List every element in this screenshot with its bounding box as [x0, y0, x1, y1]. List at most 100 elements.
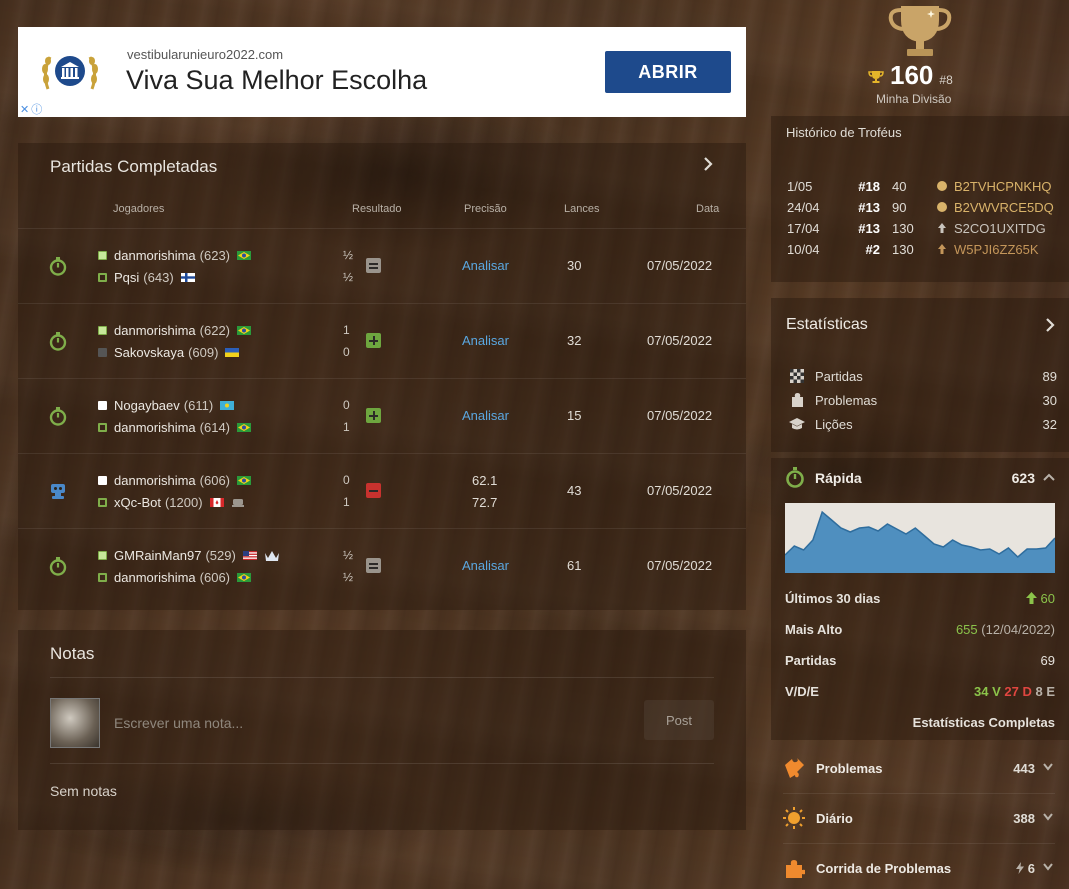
accuracy-black[interactable]: 72.7	[472, 495, 497, 510]
player-rating: (623)	[199, 248, 231, 263]
black-player[interactable]: Sakovskaya (609)	[98, 345, 240, 360]
avatar[interactable]	[50, 698, 100, 748]
game-row[interactable]: danmorishima (623) Pqsi (643) ½ ½ Analis…	[18, 228, 746, 303]
game-row[interactable]: Nogaybaev (611) danmorishima (614) 0 1 A…	[18, 378, 746, 453]
analyze-link[interactable]: Analisar	[462, 333, 509, 348]
result-black: 1	[343, 420, 350, 434]
note-input[interactable]	[114, 710, 614, 736]
white-player[interactable]: GMRainMan97 (529)	[98, 548, 280, 563]
trophy-code[interactable]: S2CO1UXITDG	[954, 221, 1046, 236]
chevron-down-icon[interactable]	[1043, 863, 1053, 871]
mode-daily[interactable]: Diário 388	[771, 795, 1069, 841]
trophy-row[interactable]: 24/04 #13 90 B2VWVRCE5DQ	[787, 200, 1057, 218]
white-player[interactable]: danmorishima (623)	[98, 248, 252, 263]
player-name[interactable]: danmorishima	[114, 473, 196, 488]
ad-open-button[interactable]: ABRIR	[605, 51, 731, 93]
game-row[interactable]: GMRainMan97 (529) danmorishima (606) ½ ½…	[18, 528, 746, 603]
black-player[interactable]: danmorishima (614)	[98, 420, 252, 435]
trophy-date: 17/04	[787, 221, 820, 236]
highest-label: Mais Alto	[785, 622, 843, 637]
player-name[interactable]: Nogaybaev	[114, 398, 180, 413]
stats-title[interactable]: Estatísticas	[786, 316, 868, 334]
flag-brazil-icon	[237, 476, 252, 485]
division-label: Minha Divisão	[876, 92, 952, 106]
rapid-header[interactable]: Rápida 623	[785, 466, 1055, 490]
player-rating: (609)	[188, 345, 219, 360]
trophy-points: 90	[892, 200, 907, 215]
analyze-link[interactable]: Analisar	[462, 558, 509, 573]
rapid-rating: 623	[1011, 470, 1035, 486]
mode-puzzles[interactable]: Problemas 443	[771, 745, 1069, 791]
trophy-icon[interactable]	[887, 2, 953, 60]
player-name[interactable]: danmorishima	[114, 323, 196, 338]
post-button[interactable]: Post	[644, 700, 714, 740]
ad-close-icon[interactable]: ✕	[20, 104, 29, 116]
result-black: ½	[343, 570, 354, 584]
rapid-stopwatch-icon	[49, 257, 67, 276]
accuracy-white[interactable]: 62.1	[472, 473, 497, 488]
black-player[interactable]: xQc-Bot (1200)	[98, 495, 245, 510]
player-name[interactable]: danmorishima	[114, 420, 196, 435]
rating-chart[interactable]	[785, 503, 1055, 573]
notes-panel: Notas Post Sem notas	[18, 630, 746, 830]
mode-puzzle-rush[interactable]: Corrida de Problemas 6	[771, 845, 1069, 889]
chevron-down-icon[interactable]	[1043, 813, 1053, 821]
lightning-icon	[1016, 862, 1025, 874]
player-name[interactable]: GMRainMan97	[114, 548, 201, 563]
moves-count: 30	[567, 258, 582, 273]
player-name[interactable]: Pqsi	[114, 270, 139, 285]
chevron-down-icon[interactable]	[1043, 763, 1053, 771]
white-player[interactable]: Nogaybaev (611)	[98, 398, 235, 413]
trophy-row[interactable]: 17/04 #13 130 S2CO1UXITDG	[787, 221, 1057, 239]
game-row[interactable]: danmorishima (606) xQc-Bot (1200) 0 1 62…	[18, 453, 746, 528]
trophy-date: 10/04	[787, 242, 820, 257]
trophy-date: 24/04	[787, 200, 820, 215]
highest-date: (12/04/2022)	[981, 622, 1055, 637]
highest-value: 655 (12/04/2022)	[956, 622, 1055, 637]
player-name[interactable]: xQc-Bot	[114, 495, 161, 510]
chessboard-icon	[790, 369, 804, 383]
player-name[interactable]: danmorishima	[114, 570, 196, 585]
trophy-code[interactable]: B2TVHCPNKHQ	[954, 179, 1052, 194]
ad-info-icon[interactable]: ⓘ	[31, 104, 42, 116]
trophy-history-title: Histórico de Troféus	[786, 125, 902, 140]
black-piece-square	[98, 348, 107, 357]
rapid-stopwatch-icon	[49, 557, 67, 576]
analyze-link[interactable]: Analisar	[462, 408, 509, 423]
result-black: ½	[343, 270, 354, 284]
divider	[783, 793, 1055, 794]
full-stats-link[interactable]: Estatísticas Completas	[913, 715, 1055, 730]
player-name[interactable]: danmorishima	[114, 248, 196, 263]
result-black: 0	[343, 345, 350, 359]
trophy-rank: #13	[858, 221, 880, 236]
loss-badge-icon	[366, 483, 381, 498]
arrow-up-icon	[938, 244, 946, 254]
highest-number: 655	[955, 622, 978, 637]
ad-banner[interactable]: vestibularunieuro2022.com Viva Sua Melho…	[18, 27, 746, 117]
black-player[interactable]: danmorishima (606)	[98, 570, 252, 585]
trophy-code[interactable]: W5PJI6ZZ65K	[954, 242, 1039, 257]
stat-value: 30	[1042, 393, 1057, 408]
wins: 34 V	[974, 684, 1001, 699]
chevron-right-icon[interactable]	[1045, 318, 1055, 332]
flag-finland-icon	[180, 273, 195, 282]
chevron-up-icon[interactable]	[1043, 473, 1055, 481]
player-name[interactable]: Sakovskaya	[114, 345, 184, 360]
trophy-row[interactable]: 1/05 #18 40 B2TVHCPNKHQ	[787, 179, 1057, 197]
white-piece-square	[98, 326, 107, 335]
black-player[interactable]: Pqsi (643)	[98, 270, 195, 285]
gold-medal-icon	[937, 202, 947, 212]
ad-controls[interactable]: ✕ ⓘ	[18, 103, 45, 117]
white-player[interactable]: danmorishima (606)	[98, 473, 252, 488]
wdl-value: 34 V 27 D 8 E	[974, 684, 1055, 699]
white-player[interactable]: danmorishima (622)	[98, 323, 252, 338]
chevron-right-icon[interactable]	[702, 157, 714, 171]
analyze-link[interactable]: Analisar	[462, 258, 509, 273]
computer-bot-icon	[51, 484, 65, 499]
division-score[interactable]: 160 #8	[868, 60, 953, 91]
trophy-row[interactable]: 10/04 #2 130 W5PJI6ZZ65K	[787, 242, 1057, 260]
game-date: 07/05/2022	[647, 333, 713, 348]
player-rating: (643)	[143, 270, 174, 285]
game-row[interactable]: danmorishima (622) Sakovskaya (609) 1 0 …	[18, 303, 746, 378]
trophy-code[interactable]: B2VWVRCE5DQ	[954, 200, 1054, 215]
